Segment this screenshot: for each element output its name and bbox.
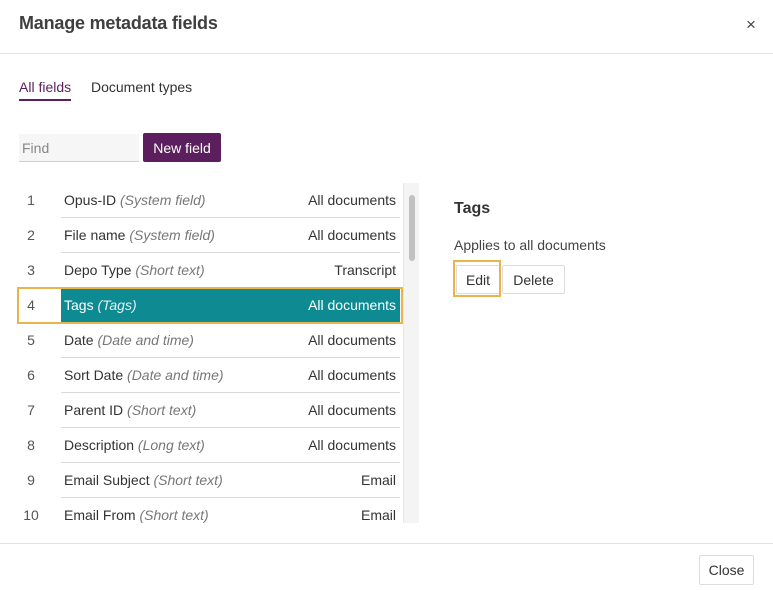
detail-applies-text: Applies to all documents — [454, 237, 606, 253]
field-name-text: Email From — [64, 507, 136, 523]
field-row-selected[interactable]: 4 Tags (Tags) All documents — [19, 288, 401, 323]
row-number: 9 — [27, 472, 35, 488]
manage-metadata-dialog: Manage metadata fields × All fields Docu… — [0, 0, 773, 590]
field-name-text: Description — [64, 437, 135, 453]
field-name-text: Parent ID — [64, 402, 124, 418]
field-scope: Email — [360, 472, 396, 488]
field-type: (Date and time) — [97, 332, 194, 348]
field-row[interactable]: 3 Depo Type (Short text) Transcript — [19, 253, 401, 288]
field-name-text: Sort Date — [64, 367, 124, 383]
list-scrollbar[interactable] — [403, 183, 419, 523]
field-name: Opus-ID (System field) — [64, 183, 206, 217]
tab-all-fields[interactable]: All fields — [19, 79, 72, 101]
delete-button[interactable]: Delete — [502, 265, 565, 294]
field-name: Parent ID (Short text) — [64, 393, 196, 427]
field-row[interactable]: 10 Email From (Short text) Email — [19, 498, 401, 523]
field-scope: All documents — [308, 402, 396, 418]
row-number: 4 — [27, 297, 35, 313]
row-number: 1 — [27, 192, 35, 208]
field-name: Date (Date and time) — [64, 323, 194, 357]
row-cell: Date (Date and time) All documents — [61, 323, 400, 358]
field-name: Tags (Tags) — [64, 288, 137, 322]
field-name-text: Depo Type — [64, 262, 132, 278]
new-field-button[interactable]: New field — [143, 133, 221, 162]
field-name: File name (System field) — [64, 218, 215, 252]
field-name: Description (Long text) — [64, 428, 205, 462]
field-name-text: Opus-ID — [64, 192, 117, 208]
row-number: 5 — [27, 332, 35, 348]
field-row[interactable]: 9 Email Subject (Short text) Email — [19, 463, 401, 498]
field-scope: Transcript — [334, 262, 396, 278]
edit-button[interactable]: Edit — [456, 265, 500, 294]
field-row[interactable]: 5 Date (Date and time) All documents — [19, 323, 401, 358]
row-cell: Description (Long text) All documents — [61, 428, 400, 463]
row-number: 7 — [27, 402, 35, 418]
dialog-footer: Close — [0, 543, 773, 590]
field-type: (Date and time) — [127, 367, 224, 383]
row-cell: Depo Type (Short text) Transcript — [61, 253, 400, 288]
fields-list: 1 Opus-ID (System field) All documents 2… — [19, 183, 419, 523]
row-number: 6 — [27, 367, 35, 383]
field-name-text: Date — [64, 332, 94, 348]
field-row[interactable]: 8 Description (Long text) All documents — [19, 428, 401, 463]
field-type: (Short text) — [127, 402, 197, 418]
row-cell: Email From (Short text) Email — [61, 498, 400, 523]
field-type: (System field) — [129, 227, 215, 243]
row-cell: Parent ID (Short text) All documents — [61, 393, 400, 428]
close-button[interactable]: Close — [699, 555, 754, 585]
field-row[interactable]: 1 Opus-ID (System field) All documents — [19, 183, 401, 218]
scrollbar-thumb[interactable] — [409, 195, 415, 261]
tab-document-types[interactable]: Document types — [91, 79, 192, 99]
row-cell: Opus-ID (System field) All documents — [61, 183, 400, 218]
field-name: Depo Type (Short text) — [64, 253, 205, 287]
field-scope: All documents — [308, 367, 396, 383]
field-row[interactable]: 7 Parent ID (Short text) All documents — [19, 393, 401, 428]
field-row[interactable]: 2 File name (System field) All documents — [19, 218, 401, 253]
field-scope: All documents — [308, 297, 396, 313]
field-type: (Short text) — [139, 507, 209, 523]
field-detail-panel: Tags Applies to all documents Edit Delet… — [454, 200, 754, 294]
field-type: (Short text) — [135, 262, 205, 278]
row-number: 8 — [27, 437, 35, 453]
field-type: (Short text) — [153, 472, 223, 488]
field-scope: Email — [360, 507, 396, 523]
field-name-text: File name — [64, 227, 126, 243]
row-number: 2 — [27, 227, 35, 243]
dialog-title: Manage metadata fields — [19, 13, 218, 33]
dialog-header: Manage metadata fields × — [0, 0, 773, 54]
field-name-text: Tags — [64, 297, 94, 313]
field-scope: All documents — [308, 192, 396, 208]
find-input[interactable] — [19, 134, 139, 162]
field-name: Sort Date (Date and time) — [64, 358, 224, 392]
row-cell: Tags (Tags) All documents — [61, 288, 400, 323]
field-type: (System field) — [120, 192, 206, 208]
row-cell: Email Subject (Short text) Email — [61, 463, 400, 498]
field-scope: All documents — [308, 332, 396, 348]
close-icon[interactable]: × — [743, 15, 759, 35]
row-cell: Sort Date (Date and time) All documents — [61, 358, 400, 393]
field-name: Email From (Short text) — [64, 498, 209, 523]
field-type: (Long text) — [137, 437, 205, 453]
row-cell: File name (System field) All documents — [61, 218, 400, 253]
field-type: (Tags) — [97, 297, 137, 313]
field-scope: All documents — [308, 437, 396, 453]
detail-title: Tags — [454, 200, 491, 217]
field-scope: All documents — [308, 227, 396, 243]
row-number: 10 — [23, 507, 39, 523]
field-row[interactable]: 6 Sort Date (Date and time) All document… — [19, 358, 401, 393]
row-number: 3 — [27, 262, 35, 278]
field-name: Email Subject (Short text) — [64, 463, 223, 497]
field-name-text: Email Subject — [64, 472, 150, 488]
